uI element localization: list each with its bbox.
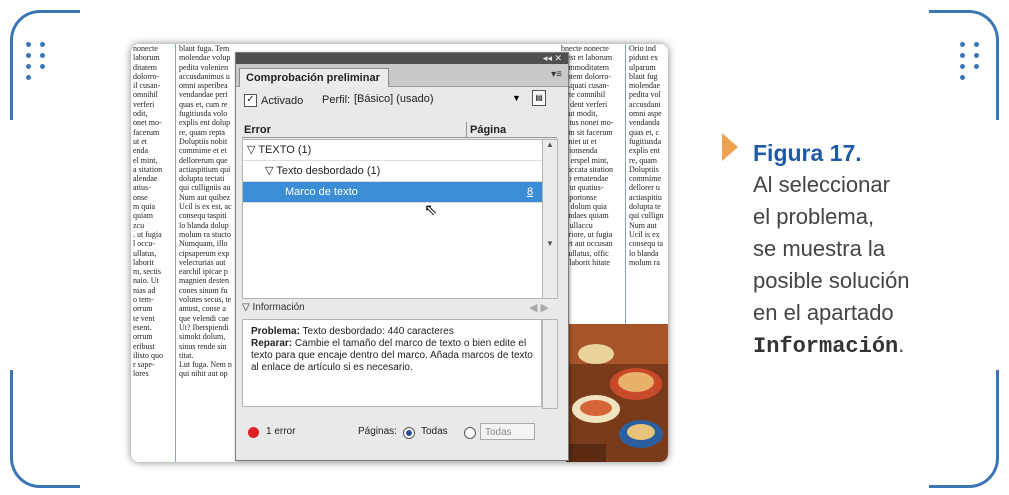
radio-todas-selected[interactable] <box>403 427 415 439</box>
figure-title: Figura 17. <box>753 140 862 166</box>
active-checkbox-row[interactable]: ✓ Activado <box>244 94 303 107</box>
tab-preflight[interactable]: Comprobación preliminar <box>239 68 389 87</box>
dots-decoration-left <box>26 42 48 80</box>
error-status-icon <box>248 427 259 438</box>
document-column-2: blaut fuga. Tem molendae volup pedita vo… <box>179 44 237 462</box>
column-divider <box>466 122 467 137</box>
check-icon[interactable]: ✓ <box>244 94 257 107</box>
info-box: Problema: Texto desbordado: 440 caracter… <box>242 319 542 407</box>
caption-mono-term: Información <box>753 334 899 359</box>
caption-period: . <box>898 332 905 357</box>
document-column-1: nonecte laborum ditatem dolorro- il cusa… <box>133 44 175 462</box>
info-label: Información <box>252 302 305 313</box>
panel-collapse-close-controls[interactable]: ◂◂ ✕ <box>543 53 562 64</box>
define-profiles-icon[interactable]: ▤ <box>532 90 546 106</box>
expand-triangle-icon[interactable]: ▽ <box>243 144 255 156</box>
repair-text: Cambie el tamaño del marco de texto o bi… <box>251 338 533 373</box>
info-section-header[interactable]: ▽ Información ◀ ▶ <box>242 299 557 317</box>
column-error[interactable]: Error <box>244 124 271 136</box>
caption-line: Al seleccionar <box>753 172 890 197</box>
profile-select[interactable]: [Básico] (usado) <box>354 91 514 107</box>
preflight-panel: ◂◂ ✕ Comprobación preliminar ▾≡ ✓ Activa… <box>235 52 569 461</box>
caption-line: en el apartado <box>753 300 894 325</box>
right-frame-gap <box>993 120 1001 370</box>
text-frame-guide <box>175 44 176 462</box>
problem-text: Texto desbordado: 440 caracteres <box>302 326 454 337</box>
error-list-scrollbar[interactable]: ▲ ▼ <box>542 139 558 299</box>
info-nav-arrows-icon[interactable]: ◀ ▶ <box>529 299 549 317</box>
error-count: 1 error <box>266 426 296 437</box>
expand-triangle-icon[interactable]: ▽ <box>243 165 273 177</box>
list-item-label: TEXTO (1) <box>258 144 312 156</box>
profile-label: Perfil: <box>322 94 351 106</box>
caption-line: se muestra la <box>753 236 886 261</box>
chevron-down-icon[interactable]: ▼ <box>512 93 521 103</box>
collapse-triangle-icon[interactable]: ▽ <box>242 302 250 313</box>
radio-range[interactable] <box>464 427 476 439</box>
right-frame-bracket <box>929 10 999 488</box>
pages-label: Páginas: <box>358 426 397 437</box>
radio-todas-label: Todas <box>421 426 448 437</box>
mouse-pointer-icon: ⇖ <box>424 202 438 219</box>
list-item-marco-de-texto[interactable]: Marco de texto 8 <box>243 182 543 203</box>
error-list: ▽ TEXTO (1) ▽ Texto desbordado (1) Marco… <box>242 139 544 299</box>
list-item-label: Marco de texto <box>285 186 358 198</box>
panel-footer: 1 error Páginas: Todas Todas <box>242 422 557 444</box>
list-item-label: Texto desbordado (1) <box>276 165 381 177</box>
page-link[interactable]: 8 <box>527 182 533 202</box>
panel-title-bar: ◂◂ ✕ <box>236 53 568 64</box>
caption-line: posible solución <box>753 268 910 293</box>
repair-label: Reparar: <box>251 338 293 349</box>
left-frame-gap <box>8 120 16 370</box>
indesign-screenshot: nonecte laborum ditatem dolorro- il cusa… <box>131 44 668 462</box>
left-frame-bracket <box>10 10 80 488</box>
column-page[interactable]: Página <box>470 124 506 136</box>
pages-range-select[interactable]: Todas <box>480 423 535 440</box>
problem-label: Problema: <box>251 326 300 337</box>
active-label: Activado <box>261 94 304 107</box>
info-scrollbar[interactable] <box>542 319 558 409</box>
list-item-texto[interactable]: ▽ TEXTO (1) <box>243 140 543 161</box>
error-list-header: Error Página <box>242 122 557 138</box>
panel-tab-bar: Comprobación preliminar ▾≡ <box>236 64 568 87</box>
dots-decoration-right <box>960 42 982 80</box>
caption-line-last: Información. <box>753 329 910 363</box>
list-item-texto-desbordado[interactable]: ▽ Texto desbordado (1) <box>243 161 543 182</box>
caption-arrow-icon <box>722 133 738 161</box>
figure-caption: Figura 17. Al seleccionar el problema, s… <box>753 137 910 363</box>
panel-menu-icon[interactable]: ▾≡ <box>551 69 562 80</box>
food-photo <box>566 324 668 462</box>
caption-line: el problema, <box>753 204 875 229</box>
